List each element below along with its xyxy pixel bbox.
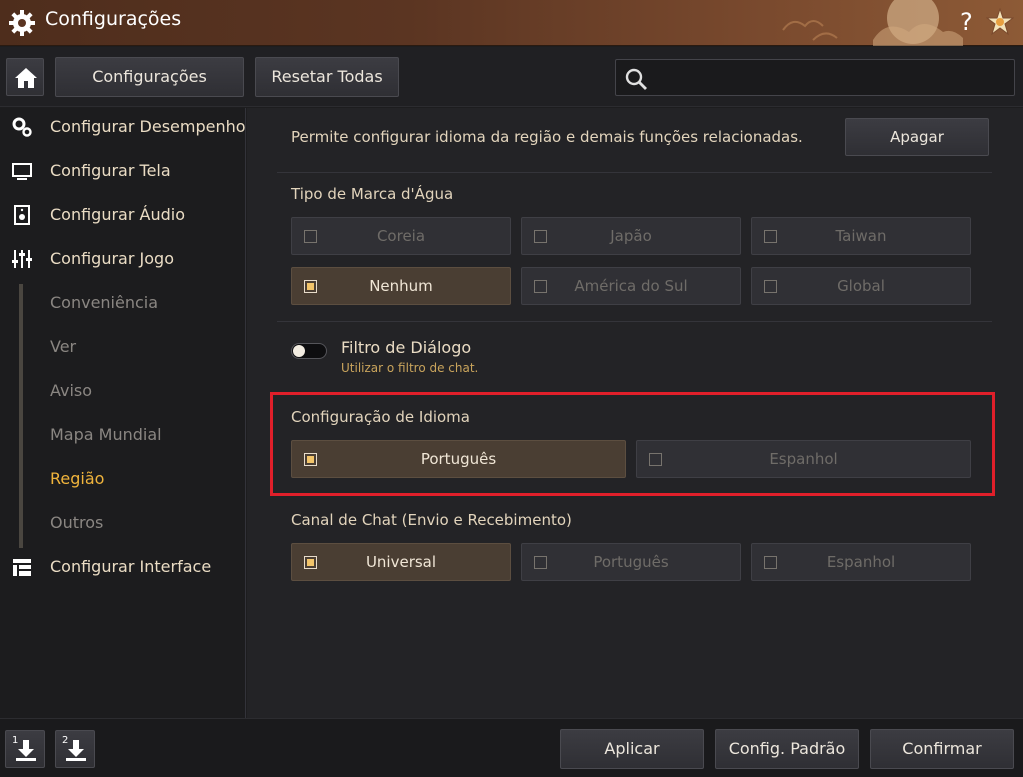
option-label: Nenhum [369,277,433,295]
watermark-option-coreia[interactable]: Coreia [291,217,511,255]
sidebar-item-tela[interactable]: Configurar Tela [0,156,245,186]
sub-item-outros[interactable]: Outros [50,513,103,532]
checkbox [649,453,662,466]
chat-option-espanhol[interactable]: Espanhol [751,543,971,581]
download-icon [16,740,36,761]
language-option-portugues[interactable]: Português [291,440,626,478]
dialog-filter-label: Filtro de Diálogo [341,338,472,357]
watermark-title: Tipo de Marca d'Água [291,185,454,203]
checkbox [304,280,317,293]
sliders-icon [12,250,32,268]
option-label: Coreia [376,227,426,245]
sidebar-item-desempenho[interactable]: Configurar Desempenho [0,112,246,142]
checkbox [304,556,317,569]
option-label: Universal [365,553,437,571]
option-label: Global [837,277,885,295]
language-title: Configuração de Idioma [291,408,470,426]
footer-bar: 1 2 Aplicar Config. Padrão Confirmar [0,718,1023,777]
sub-item-aviso[interactable]: Aviso [50,381,92,400]
chat-channel-title: Canal de Chat (Envio e Recebimento) [291,511,572,529]
checkbox [534,280,547,293]
sidebar-item-jogo[interactable]: Configurar Jogo [0,244,245,274]
search-icon [625,68,647,90]
sidebar-item-interface[interactable]: Configurar Interface [0,552,245,582]
watermark-option-america-do-sul[interactable]: América do Sul [521,267,741,305]
title-bar: Configurações ? [0,0,1023,46]
checkbox [534,230,547,243]
search-box[interactable] [615,59,1015,96]
sidebar: Configurar Desempenho Configurar Tela Co… [0,108,246,718]
sub-item-conveniencia[interactable]: Conveniência [50,293,158,312]
checkbox [764,556,777,569]
configuracoes-button[interactable]: Configurações [55,57,244,97]
sub-item-mapa-mundial[interactable]: Mapa Mundial [50,425,162,444]
divider [277,172,992,173]
default-config-button[interactable]: Config. Padrão [715,729,859,769]
gear-icon [9,10,35,36]
language-option-espanhol[interactable]: Espanhol [636,440,971,478]
window-title: Configurações [45,8,182,30]
toggle-knob [293,345,305,357]
home-button[interactable] [6,58,44,96]
save-slot-2-button[interactable]: 2 [55,730,95,768]
cloud-decoration [782,0,963,46]
checkbox [304,453,317,466]
sidebar-item-audio[interactable]: Configurar Áudio [0,200,245,230]
region-description: Permite configurar idioma da região e de… [291,128,803,146]
divider [277,321,992,322]
option-label: Japão [610,227,652,245]
option-label: Português [420,450,497,468]
chat-option-universal[interactable]: Universal [291,543,511,581]
sidebar-item-label: Configurar Interface [50,557,212,576]
home-icon [15,68,37,88]
sidebar-item-label: Configurar Tela [50,161,171,180]
dialog-filter-sublabel: Utilizar o filtro de chat. [341,361,479,375]
sub-item-ver[interactable]: Ver [50,337,76,356]
option-label: Espanhol [826,553,896,571]
checkbox [304,230,317,243]
checkbox [764,230,777,243]
apagar-button[interactable]: Apagar [845,118,989,156]
option-label: Espanhol [769,450,838,468]
speaker-icon [14,205,30,225]
checkbox [764,280,777,293]
apply-button[interactable]: Aplicar [560,729,704,769]
watermark-option-taiwan[interactable]: Taiwan [751,217,971,255]
main-panel: Permite configurar idioma da região e de… [247,108,1023,718]
option-label: Taiwan [835,227,887,245]
help-button[interactable]: ? [960,8,973,36]
sub-item-regiao[interactable]: Região [50,469,104,488]
monitor-icon [12,163,32,180]
watermark-option-nenhum[interactable]: Nenhum [291,267,511,305]
option-label: Português [593,553,669,571]
search-input[interactable] [656,64,1006,92]
layout-icon [13,559,31,576]
performance-gears-icon [12,117,32,137]
option-label: América do Sul [574,277,688,295]
emblem-icon[interactable] [986,8,1014,36]
watermark-option-global[interactable]: Global [751,267,971,305]
sidebar-item-label: Configurar Desempenho [50,117,246,136]
sidebar-item-label: Configurar Áudio [50,205,185,224]
save-slot-1-button[interactable]: 1 [5,730,45,768]
toolbar: Configurações Resetar Todas [0,47,1023,107]
confirm-button[interactable]: Confirmar [870,729,1014,769]
watermark-option-japao[interactable]: Japão [521,217,741,255]
dialog-filter-toggle[interactable] [291,343,327,359]
download-icon [66,740,86,761]
submenu-track [19,284,23,548]
sidebar-item-label: Configurar Jogo [50,249,174,268]
chat-option-portugues[interactable]: Português [521,543,741,581]
checkbox [534,556,547,569]
reset-all-button[interactable]: Resetar Todas [255,57,399,97]
